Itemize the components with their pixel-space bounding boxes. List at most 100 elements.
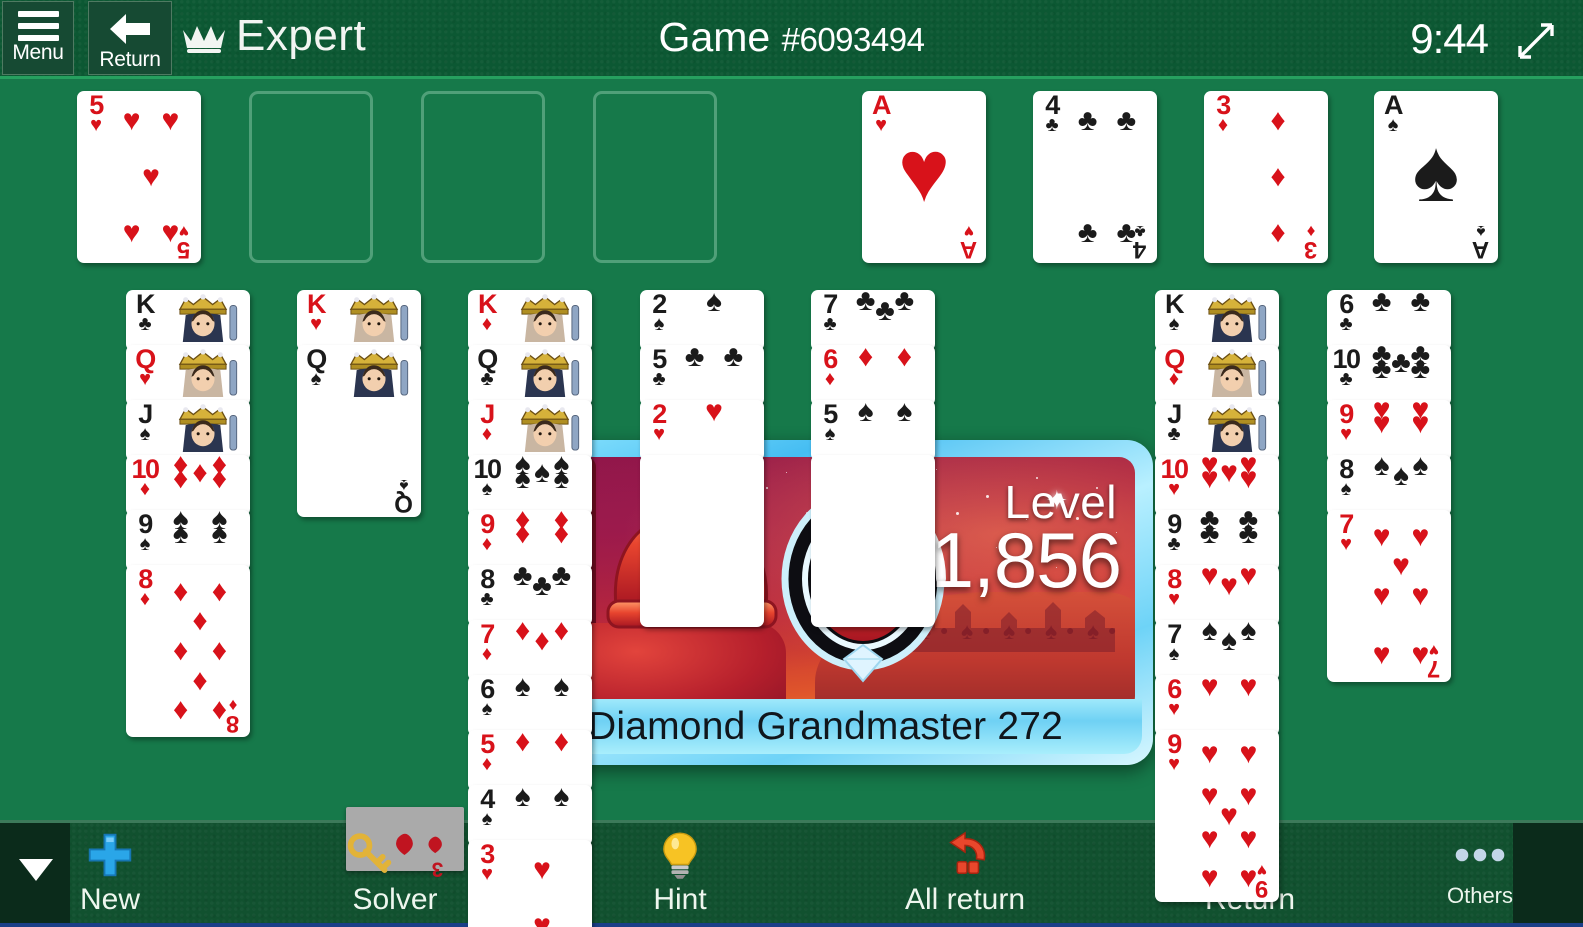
undo-all-icon bbox=[940, 829, 990, 881]
card-corner-index-bottom: A ♠ bbox=[1472, 222, 1490, 263]
card-pips: ♣ ♣ ♣ bbox=[512, 565, 572, 602]
foundation-card[interactable]: A ♠ ♠ A ♠ bbox=[1374, 91, 1498, 263]
tableau-card[interactable]: 10 ♣ ♣ ♣ ♣ ♣ ♣ bbox=[1327, 345, 1451, 406]
tableau-card[interactable]: 2 ♠ ♠ bbox=[640, 290, 764, 351]
sparkle-decoration: ✦ bbox=[1046, 485, 1068, 515]
card-pips: ♦ ♦ ♦ ♦ bbox=[514, 510, 570, 551]
tableau-top-card[interactable]: 9 ♥ ♥ ♥ ♥ ♥ ♥ ♥ ♥ ♥ ♥ 9 ♥ bbox=[1155, 730, 1279, 902]
card-corner-index: K ♦ bbox=[478, 290, 498, 335]
court-card-figure bbox=[160, 347, 247, 404]
tableau-card[interactable]: K ♠ bbox=[1155, 290, 1279, 351]
card-pips: ♠ bbox=[706, 290, 722, 319]
tableau-card[interactable]: Q ♦ bbox=[1155, 345, 1279, 406]
tableau-card[interactable]: K ♥ bbox=[297, 290, 421, 351]
tableau-card[interactable]: 7 ♦ ♦ ♦ ♦ bbox=[468, 620, 592, 681]
tableau-card[interactable]: 9 ♦ ♦ ♦ ♦ ♦ bbox=[468, 510, 592, 571]
card-corner-index: Q ♦ bbox=[1164, 345, 1185, 390]
card-pips: ♥ ♥ ♥ ♥ ♥ bbox=[1200, 455, 1258, 496]
tableau-card[interactable]: 6 ♥ ♥ ♥ bbox=[1155, 675, 1279, 736]
tableau-card[interactable]: 9 ♥ ♥ ♥ ♥ ♥ bbox=[1327, 400, 1451, 461]
court-card-figure bbox=[502, 402, 589, 459]
tableau-card[interactable]: 10 ♠ ♠ ♠ ♠ ♠ ♠ bbox=[468, 455, 592, 516]
hamburger-icon bbox=[17, 11, 59, 41]
tableau-card[interactable]: 8 ♥ ♥ ♥ ♥ bbox=[1155, 565, 1279, 626]
free-cell-empty-slot[interactable] bbox=[249, 91, 373, 263]
star-decoration bbox=[936, 469, 937, 470]
star-decoration bbox=[786, 472, 787, 473]
toolbar-button-others[interactable]: Others bbox=[1429, 823, 1532, 923]
tableau-card[interactable]: 6 ♠ ♠ ♠ bbox=[468, 675, 592, 736]
tableau-card[interactable]: 7 ♣ ♣ ♣ ♣ bbox=[811, 290, 935, 351]
card-corner-index: K ♠ bbox=[1165, 290, 1185, 335]
tableau-card[interactable]: 6 ♣ ♣ ♣ bbox=[1327, 290, 1451, 351]
free-cell-empty-slot[interactable] bbox=[593, 91, 717, 263]
tableau-card[interactable]: J ♦ bbox=[468, 400, 592, 461]
card-pips: ♦ ♦ bbox=[857, 345, 913, 374]
tableau-card[interactable]: 5 ♣ ♣ ♣ bbox=[640, 345, 764, 406]
tableau-card[interactable]: 8 ♣ ♣ ♣ ♣ bbox=[468, 565, 592, 626]
tableau-card[interactable]: 10 ♦ ♦ ♦ ♦ ♦ ♦ bbox=[126, 455, 250, 516]
card-corner-index: J ♦ bbox=[480, 400, 495, 445]
tableau-card[interactable]: 6 ♦ ♦ ♦ bbox=[811, 345, 935, 406]
tableau-top-card[interactable]: 3♥♥♥♥3♥ bbox=[468, 840, 592, 927]
toolbar-button-all-return[interactable]: All return bbox=[858, 823, 1073, 923]
star-decoration bbox=[986, 495, 989, 498]
tableau-card[interactable]: 9 ♣ ♣ ♣ ♣ ♣ bbox=[1155, 510, 1279, 571]
toolbar-button-label: New bbox=[79, 883, 140, 916]
tableau-card[interactable]: 2 ♥ ♥ bbox=[640, 400, 764, 461]
toolbar-button-new[interactable]: New bbox=[3, 823, 218, 923]
toolbar-button-label: Hint bbox=[653, 883, 707, 916]
court-card-figure bbox=[331, 292, 418, 349]
return-button-label: Return bbox=[99, 48, 161, 71]
tableau-card[interactable]: 5 ♠ ♠ ♠ bbox=[811, 400, 935, 461]
tableau-card[interactable]: 10 ♥ ♥ ♥ ♥ ♥ ♥ bbox=[1155, 455, 1279, 516]
tableau-card[interactable]: 4 ♠ ♠ ♠ bbox=[468, 785, 592, 846]
rank-text: Diamond Grandmaster 272 bbox=[588, 704, 1063, 748]
return-button[interactable]: Return bbox=[88, 1, 172, 75]
tableau-card[interactable]: J ♠ bbox=[126, 400, 250, 461]
card-pips: ♠ ♠ ♠ bbox=[1373, 455, 1429, 492]
card-pips: ♠ ♠ ♠ ♠ bbox=[172, 510, 228, 551]
card-corner-index-bottom: 3 ♦ bbox=[1304, 222, 1318, 263]
tableau-card[interactable]: J ♣ bbox=[1155, 400, 1279, 461]
tableau-top-card[interactable] bbox=[640, 455, 764, 627]
card-pips: ♥♥♥ bbox=[533, 853, 551, 927]
foundation-card[interactable]: 4 ♣ ♣ ♣ ♣ ♣ 4 ♣ bbox=[1033, 91, 1157, 263]
expand-diagonal-icon[interactable] bbox=[1513, 18, 1559, 64]
tableau-card[interactable]: Q ♣ bbox=[468, 345, 592, 406]
tableau-top-card[interactable] bbox=[811, 455, 935, 627]
court-card-figure bbox=[1189, 402, 1276, 459]
toolbar-button-hint[interactable]: Hint bbox=[573, 823, 788, 923]
card-pips: ♦ ♦ ♦ bbox=[514, 620, 570, 657]
toolbar-button-label: All return bbox=[904, 883, 1026, 916]
card-corner-index-bottom: 4 ♣ bbox=[1133, 222, 1147, 263]
foundation-card[interactable]: 3 ♦ ♦ ♦ ♦ 3 ♦ bbox=[1204, 91, 1328, 263]
free-cell-empty-slot[interactable] bbox=[421, 91, 545, 263]
tableau-card[interactable]: Q ♥ bbox=[126, 345, 250, 406]
game-number: #6093494 bbox=[781, 21, 925, 58]
tableau-top-card[interactable]: 7 ♥ ♥ ♥ ♥ ♥ ♥ ♥ ♥ 7 ♥ bbox=[1327, 510, 1451, 682]
foundation-card[interactable]: A ♥ ♥ A ♥ bbox=[862, 91, 986, 263]
tableau-card[interactable]: K ♦ bbox=[468, 290, 592, 351]
arrow-left-icon bbox=[110, 14, 150, 44]
tableau-top-card[interactable]: Q ♠ Q ♠ bbox=[297, 345, 421, 517]
tableau-card[interactable]: K ♣ bbox=[126, 290, 250, 351]
court-card-figure bbox=[502, 347, 589, 404]
card-corner-index-bottom: 7 ♥ bbox=[1427, 641, 1441, 682]
menu-button[interactable]: Menu bbox=[2, 1, 74, 75]
card-pips: ♠ ♠ bbox=[514, 675, 570, 704]
game-timer: 9:44 bbox=[1410, 15, 1489, 62]
plus-icon bbox=[86, 829, 134, 881]
free-cell-card[interactable]: 5 ♥ ♥ ♥ ♥ ♥ ♥ 5 ♥ bbox=[77, 91, 201, 263]
card-pips: ♠ ♠ ♠ bbox=[1201, 620, 1257, 657]
tableau-card[interactable]: 9 ♠ ♠ ♠ ♠ ♠ bbox=[126, 510, 250, 571]
toolbar-button-label: Others bbox=[1446, 883, 1514, 908]
card-pips: ♥♥♥ bbox=[1200, 565, 1258, 602]
card-corner-index: Q ♣ bbox=[477, 345, 498, 390]
court-card-figure bbox=[502, 292, 589, 349]
tableau-card[interactable]: 8 ♠ ♠ ♠ ♠ bbox=[1327, 455, 1451, 516]
tableau-card[interactable]: 7 ♠ ♠ ♠ ♠ bbox=[1155, 620, 1279, 681]
tableau-top-card[interactable]: 8 ♦ ♦ ♦ ♦ ♦ ♦ ♦ ♦ ♦ 8 ♦ bbox=[126, 565, 250, 737]
tableau-card[interactable]: 5 ♦ ♦ ♦ bbox=[468, 730, 592, 791]
card-pips: ♣ ♣ ♣ bbox=[855, 290, 915, 327]
